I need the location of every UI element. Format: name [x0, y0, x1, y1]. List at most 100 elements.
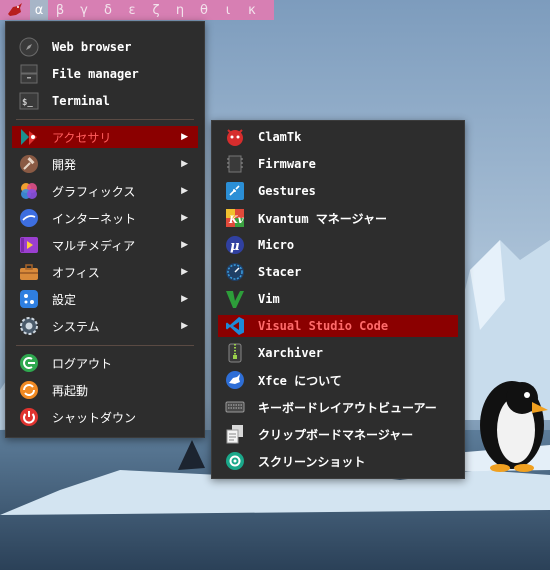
camera-icon — [224, 450, 246, 472]
xfce-mouse-icon[interactable] — [0, 0, 30, 20]
submenu-item-clipboard-manager[interactable]: クリップボードマネージャー — [218, 423, 458, 445]
logout-icon — [18, 352, 40, 374]
menu-item-multimedia[interactable]: マルチメディア ▶ — [12, 234, 198, 256]
menu-item-accessories[interactable]: アクセサリ ▶ — [12, 126, 198, 148]
menu-item-label: Firmware — [258, 157, 316, 171]
menu-item-label: Visual Studio Code — [258, 319, 389, 333]
submenu-arrow-icon: ▶ — [181, 294, 188, 304]
submenu-arrow-icon: ▶ — [181, 159, 188, 169]
hammer-icon — [18, 153, 40, 175]
workspace-button[interactable]: θ — [192, 0, 216, 20]
workspace-button[interactable]: α — [30, 0, 48, 20]
top-panel: α β γ δ ε ζ η θ ι κ — [0, 0, 274, 20]
menu-item-label: マルチメディア — [52, 238, 136, 253]
menu-item-graphics[interactable]: グラフィックス ▶ — [12, 180, 198, 202]
multimedia-icon — [18, 234, 40, 256]
vscode-icon — [224, 315, 246, 337]
menu-item-system[interactable]: システム ▶ — [12, 315, 198, 337]
submenu-arrow-icon: ▶ — [181, 213, 188, 223]
file-cabinet-icon — [18, 63, 40, 85]
submenu-item-screenshot[interactable]: スクリーンショット — [218, 450, 458, 472]
workspace-button[interactable]: δ — [96, 0, 120, 20]
chip-icon — [224, 153, 246, 175]
menu-item-label: 開発 — [52, 157, 77, 172]
submenu-arrow-icon: ▶ — [181, 132, 188, 142]
menu-item-label: システム — [52, 319, 100, 334]
workspace-button[interactable]: κ — [240, 0, 264, 20]
menu-item-settings[interactable]: 設定 ▶ — [12, 288, 198, 310]
keyboard-icon — [224, 396, 246, 418]
stacer-icon — [224, 261, 246, 283]
menu-item-logout[interactable]: ログアウト — [12, 352, 198, 374]
menu-item-label: Xfce について — [258, 373, 342, 388]
application-menu: Web browser File manager $_ Terminal アクセ… — [5, 21, 205, 438]
submenu-item-keyboard-layout-viewer[interactable]: キーボードレイアウトビューアー — [218, 396, 458, 418]
workspace-button[interactable]: η — [168, 0, 192, 20]
menu-item-label: Vim — [258, 292, 280, 306]
restart-icon — [18, 379, 40, 401]
submenu-item-clamtk[interactable]: ClamTk — [218, 126, 458, 148]
menu-item-terminal[interactable]: $_ Terminal — [12, 90, 198, 112]
menu-item-shutdown[interactable]: シャットダウン — [12, 406, 198, 428]
menu-item-label: シャットダウン — [52, 410, 137, 425]
menu-item-label: ログアウト — [52, 356, 113, 371]
submenu-item-about-xfce[interactable]: Xfce について — [218, 369, 458, 391]
svg-text:μ: μ — [230, 239, 240, 254]
submenu-arrow-icon: ▶ — [181, 186, 188, 196]
clamtk-icon — [224, 126, 246, 148]
terminal-icon: $_ — [18, 90, 40, 112]
submenu-item-stacer[interactable]: Stacer — [218, 261, 458, 283]
system-gear-icon — [18, 315, 40, 337]
svg-text:Kv: Kv — [228, 215, 244, 226]
globe-icon — [18, 207, 40, 229]
workspace-button[interactable]: ζ — [144, 0, 168, 20]
power-icon — [18, 406, 40, 428]
submenu-item-vscode[interactable]: Visual Studio Code — [218, 315, 458, 337]
menu-item-label: アクセサリ — [52, 130, 112, 145]
workspace-button[interactable]: γ — [72, 0, 96, 20]
menu-item-label: スクリーンショット — [258, 454, 366, 469]
menu-item-label: Xarchiver — [258, 346, 324, 360]
accessories-icon — [18, 126, 40, 148]
workspace-switcher: α β γ δ ε ζ η θ ι κ — [30, 0, 264, 20]
briefcase-icon — [18, 261, 40, 283]
menu-item-restart[interactable]: 再起動 — [12, 379, 198, 401]
archive-icon — [224, 342, 246, 364]
graphics-icon — [18, 180, 40, 202]
compass-icon — [18, 36, 40, 58]
xfce-icon — [224, 369, 246, 391]
submenu-item-kvantum[interactable]: Kv Kvantum マネージャー — [218, 207, 458, 229]
settings-icon — [18, 288, 40, 310]
menu-item-label: Micro — [258, 238, 295, 252]
menu-item-label: Gestures — [258, 184, 316, 198]
menu-item-label: 設定 — [52, 292, 77, 307]
menu-item-label: 再起動 — [52, 383, 89, 398]
submenu-item-firmware[interactable]: Firmware — [218, 153, 458, 175]
submenu-item-micro[interactable]: μ Micro — [218, 234, 458, 256]
svg-text:$_: $_ — [22, 98, 33, 108]
menu-item-internet[interactable]: インターネット ▶ — [12, 207, 198, 229]
workspace-button[interactable]: ι — [216, 0, 240, 20]
menu-item-label: クリップボードマネージャー — [258, 427, 414, 442]
submenu-item-gestures[interactable]: Gestures — [218, 180, 458, 202]
menu-item-label: Web browser — [52, 40, 132, 54]
submenu-item-xarchiver[interactable]: Xarchiver — [218, 342, 458, 364]
menu-separator — [16, 345, 194, 346]
menu-item-development[interactable]: 開発 ▶ — [12, 153, 198, 175]
menu-item-label: Kvantum マネージャー — [258, 211, 387, 226]
workspace-button[interactable]: ε — [120, 0, 144, 20]
kvantum-icon: Kv — [224, 207, 246, 229]
micro-icon: μ — [224, 234, 246, 256]
menu-item-office[interactable]: オフィス ▶ — [12, 261, 198, 283]
menu-item-label: File manager — [52, 67, 139, 81]
menu-item-label: キーボードレイアウトビューアー — [258, 400, 437, 415]
menu-item-label: Stacer — [258, 265, 302, 279]
menu-item-file-manager[interactable]: File manager — [12, 63, 198, 85]
submenu-arrow-icon: ▶ — [181, 321, 188, 331]
submenu-arrow-icon: ▶ — [181, 240, 188, 250]
menu-item-web-browser[interactable]: Web browser — [12, 36, 198, 58]
workspace-button[interactable]: β — [48, 0, 72, 20]
menu-item-label: Terminal — [52, 94, 110, 108]
menu-item-label: グラフィックス — [52, 184, 136, 199]
submenu-item-vim[interactable]: Vim — [218, 288, 458, 310]
